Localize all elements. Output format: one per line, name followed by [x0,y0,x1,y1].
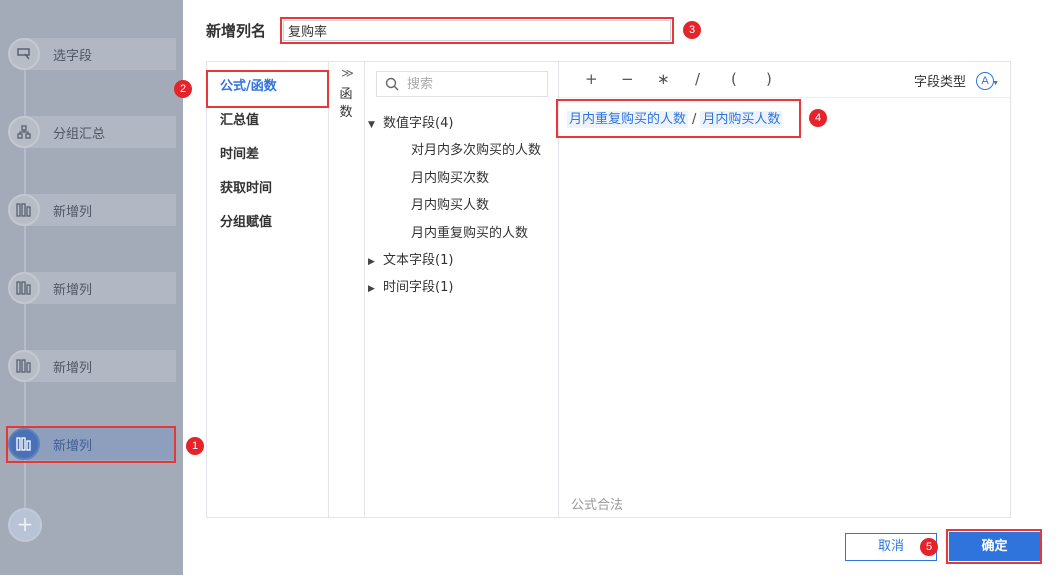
formula-status-text: 公式合法 [571,498,624,513]
field-type-label: 字段类型 [913,75,966,90]
tree-group-label: 文本字段(1) [383,253,454,268]
step-item-add-column-1[interactable]: 新增列 [8,194,176,226]
type-item-summary[interactable]: 汇总值 [207,104,327,138]
operator-close-paren-button[interactable]: ) [766,70,772,88]
caret-right-icon: ▶ [368,257,375,267]
expand-chevron-icon: ≫ [341,66,354,80]
tree-group-label: 时间字段(1) [383,280,454,295]
tree-group-numeric[interactable]: ▼ 数值字段(4) [368,110,556,137]
callout-box-2 [206,70,329,108]
caret-down-icon: ▼ [368,120,375,130]
field-type-selector[interactable]: 字段类型 A ▼ [913,71,999,90]
callout-badge-1: 1 [186,437,204,455]
tree-leaf-field[interactable]: 对月内多次购买的人数 [368,137,554,165]
step-bar [26,38,176,70]
callout-box-4 [556,99,801,138]
callout-badge-4: 4 [809,109,827,127]
step-item-group-summary[interactable]: 分组汇总 [8,116,176,148]
operator-minus-button[interactable]: − [621,70,634,88]
search-input[interactable] [407,75,537,93]
field-tree: ▼ 数值字段(4) 对月内多次购买的人数 月内购买次数 月内购买人数 月内重复购买… [368,110,556,301]
column-name-label: 新增列名 [206,22,267,40]
callout-badge-3: 3 [683,21,701,39]
step-panel: 选字段 分组汇总 新增列 新增列 新增列 新增列 + [0,0,183,575]
callout-box-1 [6,426,176,463]
operator-plus-button[interactable]: + [585,70,598,88]
step-item-select-field[interactable]: 选字段 [8,38,176,70]
add-step-button[interactable]: + [8,508,42,542]
panel-divider [328,61,329,518]
type-item-time-diff[interactable]: 时间差 [207,138,327,172]
step-label: 新增列 [53,283,93,298]
operator-toolbar: + − ∗ / ( ) 字段类型 A ▼ [559,62,1010,98]
step-item-add-column-3[interactable]: 新增列 [8,350,176,382]
add-column-icon [8,350,40,382]
text-type-icon: A ▼ [976,71,999,90]
select-field-icon [8,38,40,70]
add-column-icon [8,272,40,304]
caret-down-icon: ▼ [992,79,999,87]
functions-toggle[interactable]: ≫ 函 数 [336,66,356,122]
callout-box-5 [946,529,1042,564]
callout-badge-2: 2 [174,80,192,98]
step-label: 分组汇总 [53,127,106,142]
type-item-get-time[interactable]: 获取时间 [207,172,327,206]
step-label: 选字段 [53,49,93,64]
tree-group-time[interactable]: ▶ 时间字段(1) [368,274,556,301]
step-item-add-column-2[interactable]: 新增列 [8,272,176,304]
step-label: 新增列 [53,205,93,220]
tree-group-text[interactable]: ▶ 文本字段(1) [368,247,556,274]
step-bar [26,272,176,304]
callout-badge-5: 5 [920,538,938,556]
field-search [376,71,548,97]
group-summary-icon [8,116,40,148]
operator-open-paren-button[interactable]: ( [731,70,737,88]
operator-multiply-button[interactable]: ∗ [657,70,670,88]
tree-leaf-field[interactable]: 月内购买次数 [368,165,554,193]
caret-right-icon: ▶ [368,284,375,294]
tree-leaf-field[interactable]: 月内购买人数 [368,192,554,220]
tree-leaf-field[interactable]: 月内重复购买的人数 [368,220,554,248]
search-icon [385,77,399,91]
step-bar [26,350,176,382]
add-column-icon [8,194,40,226]
step-bar [26,194,176,226]
functions-label-line1: 函 [339,87,353,102]
callout-box-3 [280,17,674,44]
functions-label-line2: 数 [339,105,353,120]
panel-divider [364,61,365,518]
step-label: 新增列 [53,361,93,376]
type-item-group-assign[interactable]: 分组赋值 [207,206,327,240]
tree-group-label: 数值字段(4) [383,116,454,131]
operator-divide-button[interactable]: / [695,70,700,88]
